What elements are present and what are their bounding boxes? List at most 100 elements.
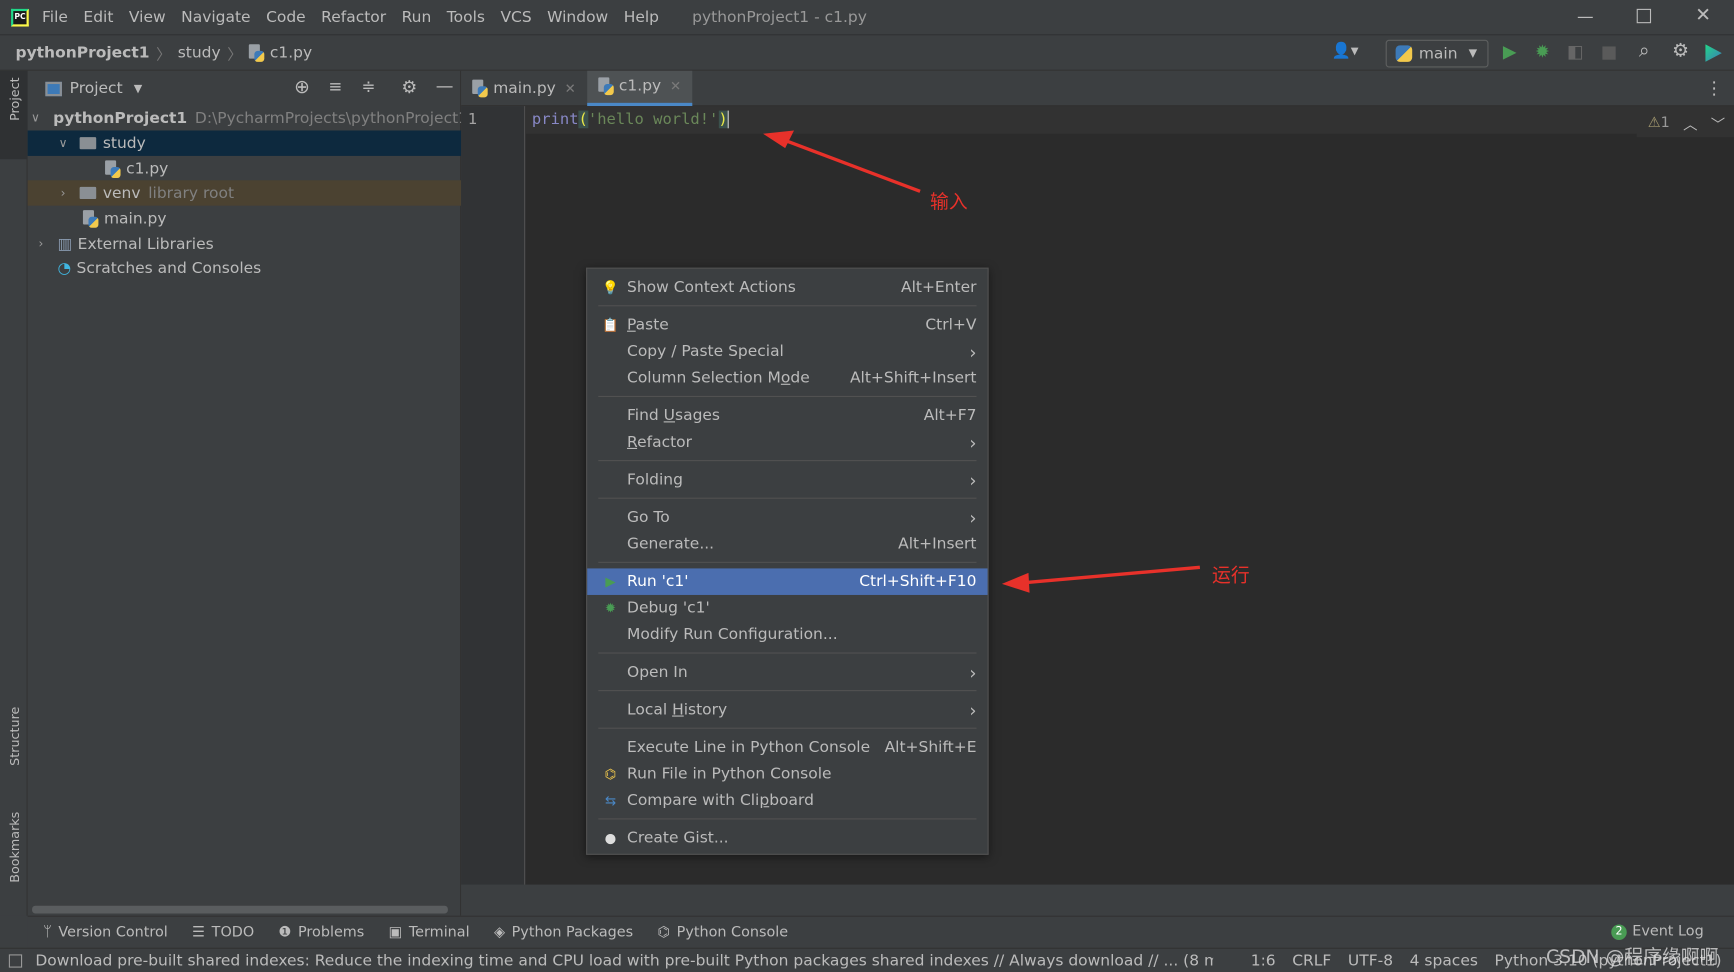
chevron-right-icon: › — [969, 431, 977, 453]
arrow-to-code — [763, 130, 921, 193]
menu-item-label: Local History — [627, 701, 728, 719]
terminal-icon: ▣ — [388, 923, 403, 941]
annotation-input: 输入 — [930, 191, 968, 214]
menu-separator — [598, 690, 977, 692]
menu-item-label: Run File in Python Console — [627, 765, 832, 783]
tool-problems[interactable]: ❶ Problems — [278, 924, 364, 941]
editor-bottom-area — [461, 884, 1734, 916]
menu-item-show-context-actions[interactable]: 💡 Show Context Actions Alt+Enter — [587, 274, 987, 301]
annotation-run: 运行 — [1212, 565, 1250, 588]
line-separator[interactable]: CRLF — [1292, 952, 1331, 970]
python-icon: ⌬ — [657, 923, 671, 941]
menu-item-shortcut: Alt+F7 — [923, 406, 977, 425]
compare-icon: ⇆ — [604, 792, 617, 809]
context-menu: 💡 Show Context Actions Alt+Enter 📋 Paste Ctrl… — [586, 267, 989, 855]
menu-item-run-file-in-python-console[interactable]: ⌬ Run File in Python Console — [587, 761, 987, 788]
menu-item-shortcut: Alt+Shift+Insert — [849, 369, 977, 388]
menu-item-label: Compare with Clipboard — [627, 791, 814, 810]
tool-terminal[interactable]: ▣ Terminal — [389, 924, 470, 941]
event-log-label: Event Log — [1632, 923, 1704, 940]
tool-label: Version Control — [58, 923, 168, 941]
github-icon: ● — [604, 830, 617, 846]
tool-label: TODO — [211, 923, 255, 941]
status-message[interactable]: Download pre-built shared indexes: Reduc… — [35, 952, 1213, 970]
chevron-right-icon: › — [969, 341, 977, 363]
menu-item-go-to[interactable]: Go To › — [587, 504, 987, 531]
menu-item-shortcut: Alt+Enter — [900, 278, 977, 297]
menu-item-label: Find Usages — [627, 406, 720, 425]
menu-separator — [598, 818, 977, 820]
python-icon: ⌬ — [604, 766, 617, 782]
menu-item-label: Execute Line in Python Console — [627, 738, 871, 757]
layers-icon: ◈ — [493, 923, 506, 941]
tool-window-bar: ᛘ Version Control ☰ TODO ❶ Problems ▣ Termin… — [27, 915, 1734, 948]
menu-item-debug-c1[interactable]: ✹ Debug 'c1' — [587, 595, 987, 622]
menu-item-label: Debug 'c1' — [627, 599, 710, 618]
tool-label: Terminal — [408, 923, 470, 941]
debug-icon: ✹ — [604, 600, 617, 616]
tool-label: Python Console — [676, 923, 789, 941]
arrow-to-run — [1001, 565, 1201, 593]
indent-setting[interactable]: 4 spaces — [1410, 952, 1478, 970]
branch-icon: ᛘ — [43, 923, 52, 941]
clipboard-icon: 📋 — [602, 317, 619, 333]
menu-item-refactor[interactable]: Refactor › — [587, 429, 987, 456]
menu-item-open-in[interactable]: Open In › — [587, 659, 987, 686]
menu-item-label: Modify Run Configuration... — [627, 625, 838, 644]
menu-item-run-c1[interactable]: ▶ Run 'c1' Ctrl+Shift+F10 — [587, 568, 988, 595]
menu-separator — [598, 561, 977, 563]
menu-separator — [598, 497, 977, 499]
chevron-right-icon: › — [969, 699, 977, 721]
menu-item-execute-line-in-python-console[interactable]: Execute Line in Python Console Alt+Shift+… — [587, 734, 987, 761]
menu-item-label: Show Context Actions — [627, 278, 796, 297]
menu-item-label: Column Selection Mode — [627, 369, 810, 388]
info-icon: ❶ — [278, 923, 292, 941]
menu-item-label: Folding — [627, 471, 683, 489]
menu-separator — [598, 727, 977, 729]
menu-item-label: Run 'c1' — [627, 572, 689, 591]
menu-item-modify-run-configuration[interactable]: Modify Run Configuration... — [587, 621, 987, 648]
watermark: CSDN @程序缘啊啊 — [1546, 946, 1719, 969]
menu-item-compare-with-clipboard[interactable]: ⇆ Compare with Clipboard — [587, 787, 987, 814]
menu-separator — [598, 652, 977, 654]
tool-version-control[interactable]: ᛘ Version Control — [43, 924, 168, 941]
menu-separator — [598, 460, 977, 462]
tool-python-packages[interactable]: ◈ Python Packages — [494, 924, 633, 941]
menu-item-create-gist[interactable]: ● Create Gist... — [587, 825, 987, 852]
tool-label: Problems — [298, 923, 365, 941]
menu-item-label: Paste — [627, 316, 669, 334]
chevron-right-icon: › — [969, 661, 977, 683]
menu-separator — [598, 395, 977, 398]
tool-label: Python Packages — [511, 923, 634, 941]
menu-item-label: Go To — [627, 508, 670, 527]
menu-item-label: Open In — [627, 663, 688, 682]
menu-item-shortcut: Ctrl+Shift+F10 — [859, 572, 977, 591]
menu-item-folding[interactable]: Folding › — [587, 467, 987, 494]
menu-item-generate[interactable]: Generate... Alt+Insert — [587, 531, 987, 558]
status-bar: Download pre-built shared indexes: Reduc… — [0, 947, 1734, 972]
lightbulb-icon: 💡 — [602, 279, 619, 296]
toggle-tool-windows-icon[interactable] — [8, 953, 23, 968]
menu-item-find-usages[interactable]: Find Usages Alt+F7 — [587, 403, 987, 430]
menu-item-label: Generate... — [627, 535, 715, 553]
chevron-right-icon: › — [969, 469, 977, 491]
menu-separator — [598, 305, 977, 307]
file-encoding[interactable]: UTF-8 — [1348, 952, 1393, 970]
tool-python-console[interactable]: ⌬ Python Console — [657, 924, 788, 941]
chevron-right-icon: › — [969, 507, 977, 529]
tool-todo[interactable]: ☰ TODO — [192, 924, 254, 941]
menu-item-shortcut: Alt+Shift+E — [884, 738, 977, 757]
list-icon: ☰ — [192, 923, 206, 941]
menu-item-shortcut: Ctrl+V — [925, 316, 977, 334]
menu-item-copy-paste-special[interactable]: Copy / Paste Special › — [587, 338, 987, 365]
menu-item-label: Create Gist... — [627, 829, 729, 848]
menu-item-paste[interactable]: 📋 Paste Ctrl+V — [587, 312, 987, 339]
menu-item-shortcut: Alt+Insert — [898, 535, 977, 553]
event-log-button[interactable]: 2 Event Log — [1611, 923, 1704, 940]
menu-item-label: Copy / Paste Special — [627, 342, 784, 361]
menu-item-local-history[interactable]: Local History › — [587, 697, 987, 724]
menu-item-label: Refactor — [627, 433, 692, 452]
event-count-badge: 2 — [1611, 923, 1627, 940]
caret-position[interactable]: 1:6 — [1251, 952, 1276, 970]
menu-item-column-selection-mode[interactable]: Column Selection Mode Alt+Shift+Insert — [587, 365, 987, 392]
